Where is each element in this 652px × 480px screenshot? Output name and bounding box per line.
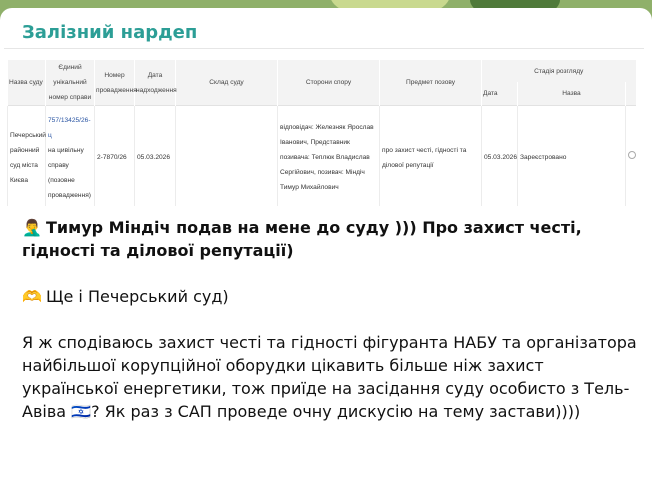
court-cases-table: Назва суду Єдиний унікальний номер справ… xyxy=(7,60,636,206)
facepalm-emoji-icon: 🤦‍♂️ xyxy=(22,218,42,237)
cell-receipt-date: 05.03.2026 xyxy=(134,105,176,206)
cell-subject: про захист честі, гідності та ділової ре… xyxy=(379,105,482,206)
header-stage-date: Дата xyxy=(481,82,518,106)
header-proceeding-number: Номер провадження xyxy=(94,60,137,106)
row-select-radio[interactable] xyxy=(628,151,636,160)
cell-case-number: 757/13425/26-ц на цивільну справу (позов… xyxy=(45,105,95,206)
header-stage: Стадія розгляду xyxy=(481,60,636,83)
header-court-name: Назва суду xyxy=(7,60,46,106)
cell-parties: відповідач: Железняк Ярослав Іванович, П… xyxy=(277,105,380,206)
cell-stage-date: 05.03.2026 xyxy=(481,105,518,206)
message-line-2-text: Ще і Печерський суд) xyxy=(46,287,229,306)
header-subject: Предмет позову xyxy=(379,60,482,106)
cell-proceeding-number: 2-7870/26 xyxy=(94,105,135,206)
cell-select xyxy=(625,105,636,206)
header-composition: Склад суду xyxy=(175,60,278,106)
header-unique-number: Єдиний унікальний номер справи xyxy=(45,60,95,106)
cell-stage-name: Зареєстровано xyxy=(517,105,626,206)
message-line-2: 🫶 Ще і Печерський суд) xyxy=(22,285,637,308)
header-receipt-date: Дата надходження xyxy=(134,60,177,106)
case-number-link[interactable]: 757/13425/26-ц xyxy=(48,117,91,139)
channel-name[interactable]: Залізний нардеп xyxy=(22,22,197,43)
table-row: Печерський районний суд міста Києва 757/… xyxy=(7,105,636,206)
message-bubble: Залізний нардеп Назва суду Єдиний унікал… xyxy=(0,8,652,480)
heart-hands-emoji-icon: 🫶 xyxy=(22,287,42,306)
header-parties: Сторони спору xyxy=(277,60,380,106)
cell-court-name: Печерський районний суд міста Києва xyxy=(7,105,46,206)
message-line-3: Я ж сподіваюсь захист честі та гідності … xyxy=(22,333,637,421)
message-line-1: 🤦‍♂️ Тимур Міндіч подав на мене до суду )… xyxy=(22,216,637,262)
message-line-1-text: Тимур Міндіч подав на мене до суду ))) П… xyxy=(22,218,582,260)
case-note: на цивільну справу (позовне провадження) xyxy=(48,146,91,199)
header-spacer xyxy=(625,82,636,106)
message-text: 🤦‍♂️ Тимур Міндіч подав на мене до суду )… xyxy=(22,216,637,446)
court-screenshot-image[interactable]: Назва суду Єдиний унікальний номер справ… xyxy=(4,48,644,206)
header-stage-name: Назва xyxy=(517,82,626,106)
cell-composition xyxy=(175,105,278,206)
